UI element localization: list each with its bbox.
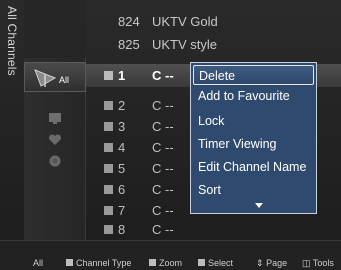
channel-name: C -- — [152, 98, 174, 113]
tools-icon: ◫ — [302, 258, 311, 268]
help-page: ⇕ Page — [256, 258, 287, 269]
channel-name: UKTV style — [152, 37, 218, 52]
button-icon — [66, 259, 73, 266]
channel-number: 5 — [118, 161, 126, 176]
menu-item-sort[interactable]: Sort — [193, 180, 314, 200]
button-icon — [198, 259, 205, 266]
tools-menu: Delete Add to Favourite Lock Timer Viewi… — [190, 62, 317, 214]
channel-name: UKTV Gold — [152, 14, 218, 29]
channel-row[interactable]: 825 UKTV style — [86, 33, 341, 56]
up-down-icon: ⇕ — [256, 258, 264, 268]
help-page-label: Page — [266, 258, 288, 268]
antenna-icon — [33, 68, 57, 93]
help-select: Select — [198, 258, 233, 268]
help-tools: ◫ Tools — [302, 258, 334, 269]
help-tools-label: Tools — [312, 258, 334, 268]
button-icon — [149, 259, 156, 266]
menu-item-timer-viewing[interactable]: Timer Viewing — [193, 134, 314, 154]
menu-item-lock[interactable]: Lock — [193, 111, 314, 131]
channel-name: C -- — [152, 182, 174, 197]
help-zoom: Zoom — [149, 258, 182, 268]
channel-number: 7 — [118, 203, 126, 218]
channel-number: 825 — [118, 37, 140, 52]
help-channel-type-label: Channel Type — [76, 258, 132, 268]
channel-checkbox[interactable] — [104, 164, 113, 173]
channel-name: C -- — [152, 161, 174, 176]
heart-icon[interactable] — [48, 133, 62, 147]
channel-checkbox[interactable] — [104, 101, 113, 110]
channel-name: C -- — [152, 222, 174, 237]
channel-row[interactable]: 8 C -- — [86, 218, 341, 241]
channel-checkbox[interactable] — [104, 185, 113, 194]
channel-number: 2 — [118, 98, 126, 113]
channel-number: 6 — [118, 182, 126, 197]
help-select-label: Select — [208, 258, 234, 268]
help-all: All — [33, 258, 44, 268]
down-arrow-icon[interactable] — [255, 203, 263, 208]
channel-name: C -- — [152, 68, 174, 83]
channel-checkbox[interactable] — [104, 71, 113, 80]
help-zoom-label: Zoom — [159, 258, 183, 268]
side-title-label: All Channels — [5, 6, 19, 76]
channel-number: 1 — [118, 68, 126, 83]
side-title: All Channels — [0, 0, 24, 240]
channel-checkbox[interactable] — [104, 225, 113, 234]
channel-number: 3 — [118, 119, 126, 134]
category-column-header — [24, 0, 86, 58]
menu-item-edit-channel-name[interactable]: Edit Channel Name — [193, 157, 314, 177]
channel-name: C -- — [152, 119, 174, 134]
channel-checkbox[interactable] — [104, 143, 113, 152]
channel-name: C -- — [152, 140, 174, 155]
channel-number: 824 — [118, 14, 140, 29]
channel-list-screen: All Channels All 824 UKTV Gold 825 UKTV … — [0, 0, 341, 270]
bottom-help-bar: All Channel Type Zoom Select ⇕ Page ◫ To… — [0, 240, 341, 270]
category-column: All — [24, 0, 86, 240]
globe-icon[interactable] — [48, 154, 62, 168]
channel-row[interactable]: 824 UKTV Gold — [86, 10, 341, 33]
channel-number: 4 — [118, 140, 126, 155]
help-channel-type: Channel Type — [66, 258, 131, 268]
menu-item-delete[interactable]: Delete — [193, 65, 314, 85]
channel-name: C -- — [152, 203, 174, 218]
category-all-label: All — [59, 75, 70, 85]
menu-item-add-to-favourite[interactable]: Add to Favourite — [193, 86, 314, 106]
favourites-tv-icon[interactable] — [48, 111, 62, 125]
category-all-tab[interactable]: All — [24, 62, 86, 92]
channel-checkbox[interactable] — [104, 122, 113, 131]
channel-number: 8 — [118, 222, 126, 237]
channel-checkbox[interactable] — [104, 206, 113, 215]
